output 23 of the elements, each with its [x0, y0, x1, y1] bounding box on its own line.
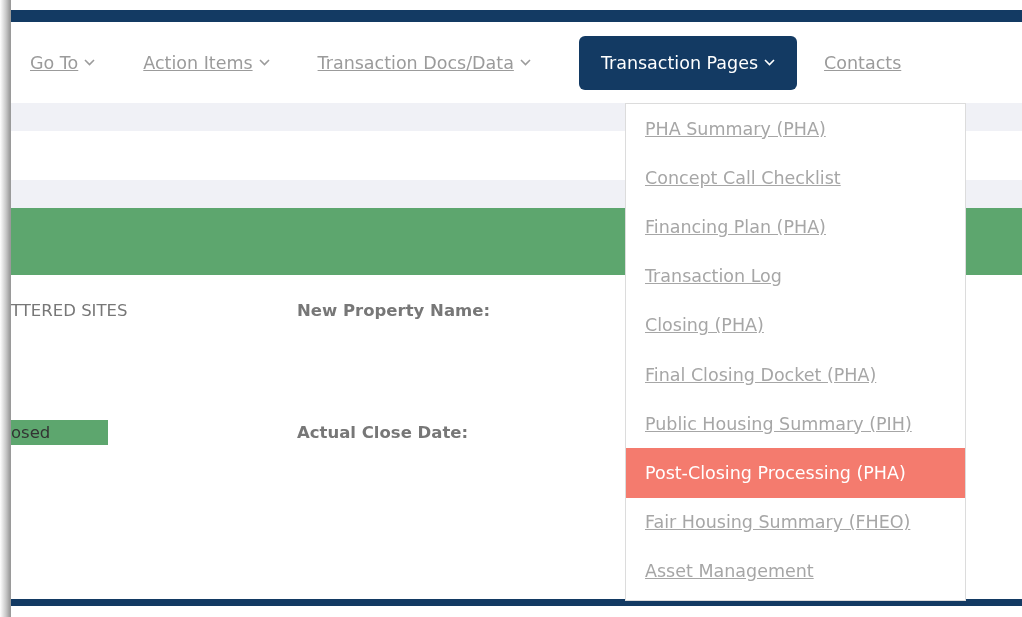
menu-item[interactable]: Public Housing Summary (PIH)	[626, 399, 965, 449]
menu-item[interactable]: Transaction Log	[626, 251, 965, 301]
nav-link[interactable]: Transaction Docs/Data	[317, 52, 531, 73]
menu-item[interactable]: Closing (PHA)	[626, 300, 965, 350]
field-value: TTERED SITES	[11, 301, 128, 320]
nav-link[interactable]: Action Items	[143, 52, 270, 73]
menu-item[interactable]: Concept Call Checklist	[626, 153, 965, 203]
menu-item[interactable]: Final Closing Docket (PHA)	[626, 349, 965, 400]
menu-item[interactable]: Post-Closing Processing (PHA)	[626, 448, 965, 498]
menu-item[interactable]: Fair Housing Summary (FHEO)	[626, 497, 965, 547]
menu-item[interactable]: Asset Management	[626, 546, 965, 596]
chevron-down-icon	[764, 59, 776, 66]
nav-link[interactable]: Contacts	[824, 52, 902, 73]
chevron-down-icon	[258, 59, 270, 66]
menu-item[interactable]: PHA Summary (PHA)	[626, 104, 965, 154]
status-badge: osed	[11, 420, 108, 445]
menu-item[interactable]: Financing Plan (PHA)	[626, 202, 965, 252]
nav-button[interactable]: Transaction Pages	[578, 35, 798, 90]
field-label: Actual Close Date:	[297, 423, 469, 442]
nav-link[interactable]: Go To	[30, 52, 96, 73]
chevron-down-icon	[519, 59, 531, 66]
field-label: New Property Name:	[297, 301, 490, 320]
chevron-down-icon	[84, 59, 96, 66]
